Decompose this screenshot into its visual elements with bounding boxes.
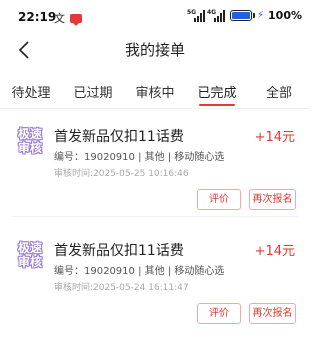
order-actions: 评价 再次报名 bbox=[197, 189, 296, 210]
order-card[interactable]: 极速 审核 首发新品仅扣11话费 +14元 编号：19020910 | 其他 |… bbox=[0, 223, 310, 331]
active-tab-indicator bbox=[199, 104, 235, 106]
express-review-badge-icon: 极速 审核 bbox=[17, 127, 42, 155]
tab-label: 审核中 bbox=[135, 86, 175, 101]
battery-percentage: 100% bbox=[268, 9, 302, 22]
order-status-tabs: 待处理 已过期 审核中 已完成 全部 bbox=[0, 76, 310, 106]
charging-icon: ⚡ bbox=[256, 10, 265, 21]
order-reward: +14元 bbox=[254, 244, 295, 259]
status-indicators: 5G 4G ⚡ 100% bbox=[187, 9, 302, 23]
express-review-badge-icon: 极速 审核 bbox=[17, 241, 42, 269]
status-time: 22:19 bbox=[18, 10, 57, 24]
page-title: 我的接单 bbox=[124, 41, 185, 59]
order-meta: 编号：19020910 | 其他 | 移动随心选 bbox=[54, 266, 225, 277]
tab-label: 已完成 bbox=[197, 86, 237, 101]
order-actions: 评价 再次报名 bbox=[197, 303, 296, 324]
signal-5g-icon: 5G bbox=[187, 9, 205, 22]
tab-label: 待处理 bbox=[11, 86, 51, 101]
tab-completed[interactable]: 已完成 bbox=[186, 76, 248, 106]
tab-label: 已过期 bbox=[73, 86, 113, 101]
rate-button[interactable]: 评价 bbox=[197, 189, 241, 210]
order-meta: 编号：19020910 | 其他 | 移动随心选 bbox=[54, 152, 225, 163]
status-bar: 22:19 文 5G 4G ⚡ 100% bbox=[0, 0, 310, 34]
status-notifications: 文 bbox=[54, 10, 82, 26]
reapply-button[interactable]: 再次报名 bbox=[249, 189, 296, 210]
audit-time: 审核时间:2025-05-25 10:16:46 bbox=[54, 169, 189, 179]
tab-expired[interactable]: 已过期 bbox=[62, 76, 124, 106]
nav-bar: 我的接单 bbox=[0, 34, 310, 64]
battery-level bbox=[231, 12, 250, 19]
notification-glyph: 文 bbox=[54, 12, 65, 25]
card-divider bbox=[12, 216, 298, 217]
reapply-button[interactable]: 再次报名 bbox=[249, 303, 296, 324]
tab-label: 全部 bbox=[265, 86, 292, 101]
order-title: 首发新品仅扣11话费 bbox=[54, 129, 184, 145]
tab-under-review[interactable]: 审核中 bbox=[124, 76, 186, 106]
order-title: 首发新品仅扣11话费 bbox=[54, 243, 184, 259]
order-reward: +14元 bbox=[254, 130, 295, 145]
audit-time: 审核时间:2025-05-24 16:11:47 bbox=[54, 283, 189, 293]
order-card[interactable]: 极速 审核 首发新品仅扣11话费 +14元 编号：19020910 | 其他 |… bbox=[0, 109, 310, 217]
tab-pending[interactable]: 待处理 bbox=[0, 76, 62, 106]
signal-4g-icon: 4G bbox=[207, 9, 225, 22]
message-notification-icon bbox=[70, 14, 82, 26]
tab-all[interactable]: 全部 bbox=[248, 76, 310, 106]
battery-icon bbox=[229, 10, 255, 21]
rate-button[interactable]: 评价 bbox=[197, 303, 241, 324]
